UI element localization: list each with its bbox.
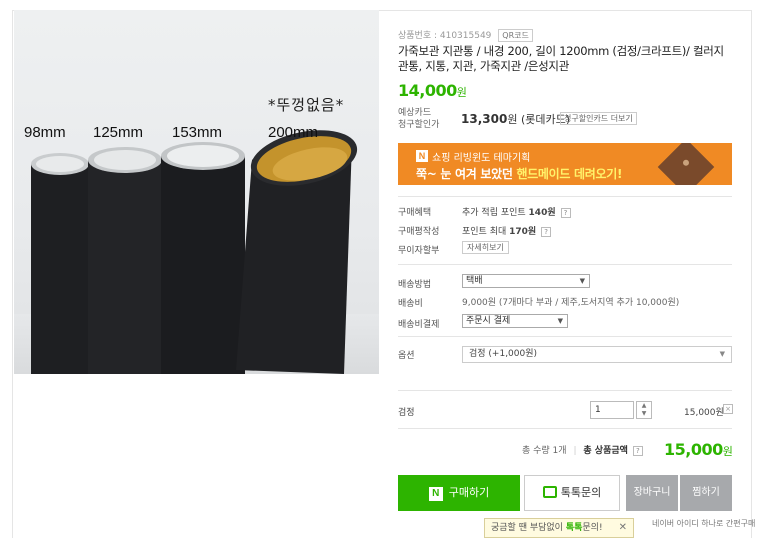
buy-button-label: 구매하기 [448, 486, 490, 499]
shipping-method-label: 배송방법 [398, 280, 432, 290]
divider [398, 428, 732, 429]
cart-button[interactable]: 장바구니 [626, 475, 678, 511]
dropdown-arrow-icon: ▼ [719, 350, 725, 358]
wishlist-button[interactable]: 찜하기 [680, 475, 732, 511]
banner-line1: 쇼핑 리빙윈도 테마기획 [432, 153, 531, 164]
product-photo: *뚜껑없음* 98mm 125mm 153mm 200mm [14, 10, 379, 374]
tube-153 [161, 156, 245, 374]
banner-line2: 쭉~ 눈 여겨 보았던 핸드메이드 데려오기! [416, 165, 622, 182]
help-icon[interactable]: ? [541, 226, 552, 237]
separator: | [573, 446, 577, 456]
size-label-200: 200mm [268, 124, 319, 141]
selected-option-price: 15,000원 [684, 408, 724, 418]
dropdown-arrow-icon: ▼ [579, 277, 585, 285]
installment-label: 무이자할부 [398, 246, 440, 256]
option-label: 옵션 [398, 351, 415, 361]
purchase-benefit-amount: 140원 [528, 208, 556, 218]
talk-inquiry-button[interactable]: 톡톡문의 [524, 475, 620, 511]
talk-button-label: 톡톡문의 [560, 486, 602, 499]
no-lid-note: *뚜껑없음* [268, 96, 345, 114]
dropdown-arrow-icon: ▼ [557, 317, 563, 325]
installment-details-button[interactable]: 자세히보기 [462, 241, 509, 254]
divider [398, 196, 732, 197]
product-title: 가죽보관 지관통 / 내경 200, 길이 1200mm (검정/크라프트)/ … [398, 44, 724, 73]
banner-line2-text: 쭉~ 눈 여겨 보았던 [416, 167, 517, 181]
product-code-text: 상품번호 : 410315549 [398, 31, 492, 41]
price-unit: 원 [456, 86, 467, 99]
quantity-input[interactable]: 1 [590, 401, 634, 419]
card-price-value: 13,300 [461, 112, 508, 126]
naver-logo-icon: N [416, 150, 428, 162]
banner-line2-highlight: 핸드메이드 데려오기! [516, 167, 623, 181]
total-amount-value: 15,000 [664, 440, 723, 459]
remove-option-icon[interactable]: × [723, 404, 733, 414]
tooltip-text: 궁금할 땐 부담없이 [491, 523, 566, 533]
card-label-line2: 청구할인가 [398, 120, 440, 130]
shipping-method-value: 택배 [466, 276, 483, 286]
total-amount-unit: 원 [722, 445, 733, 458]
review-benefit-text: 포인트 최대 [462, 227, 510, 237]
total-quantity: 총 수량 1개 [522, 446, 567, 456]
chat-bubble-icon [542, 486, 557, 498]
price-value: 14,000 [398, 81, 457, 100]
shipping-fee-value: 9,000원 (7개마다 부과 / 제주,도서지역 추가 10,000원) [462, 298, 680, 308]
talk-tooltip: 궁금할 땐 부담없이 톡톡문의! ✕ [484, 518, 634, 538]
size-label-125: 125mm [93, 124, 144, 141]
naver-pay-logo-icon: N [428, 487, 443, 501]
close-icon[interactable]: ✕ [619, 519, 627, 537]
naver-id-note: 네이버 아이디 하나로 간편구매 [652, 519, 756, 528]
tube-125 [88, 160, 162, 374]
review-benefit-value: 포인트 최대 170원 ? [462, 224, 552, 237]
shipping-payment-value: 주문시 결제 [466, 316, 511, 326]
help-icon[interactable]: ? [560, 207, 571, 218]
divider [398, 336, 732, 337]
option-select[interactable]: 검정 (+1,000원) ▼ [462, 346, 732, 363]
review-benefit-amount: 170원 [509, 227, 537, 237]
card-label-line1: 예상카드 [398, 108, 432, 118]
help-icon[interactable]: ? [632, 445, 643, 456]
review-benefit-label: 구매평작성 [398, 227, 440, 237]
selected-option-name: 검정 [398, 408, 415, 418]
increment-arrow-icon[interactable]: ▲ [637, 402, 651, 410]
purchase-benefit-label: 구매혜택 [398, 208, 432, 218]
divider [398, 264, 732, 265]
more-cards-button[interactable]: 청구할인카드 더보기 [560, 112, 637, 125]
tooltip-text-end: 문의! [582, 523, 603, 533]
size-label-98: 98mm [24, 124, 66, 141]
card-price-unit: 원 [507, 113, 518, 126]
tube-98 [31, 164, 89, 374]
product-code: 상품번호 : 410315549 QR코드 [398, 28, 533, 42]
divider [398, 390, 732, 391]
total-amount: 15,000원 [664, 440, 733, 459]
buy-button[interactable]: N 구매하기 [398, 475, 520, 511]
purchase-benefit-text: 추가 적립 포인트 [462, 208, 529, 218]
shipping-method-select[interactable]: 택배 ▼ [462, 274, 590, 288]
purchase-benefit-value: 추가 적립 포인트 140원 ? [462, 205, 571, 218]
theme-banner[interactable]: N 쇼핑 리빙윈도 테마기획 쭉~ 눈 여겨 보았던 핸드메이드 데려오기! [398, 143, 732, 185]
quantity-stepper[interactable]: ▲ ▼ [636, 401, 652, 419]
tube-illustration [31, 130, 358, 374]
total-summary: 총 수량 1개 | 총 상품금액 ? [522, 443, 643, 456]
size-label-153: 153mm [172, 124, 223, 141]
wood-clock-icon [657, 143, 715, 185]
card-discount-label: 예상카드 청구할인가 [398, 107, 439, 131]
option-value: 검정 (+1,000원) [469, 349, 538, 359]
qr-code-button[interactable]: QR코드 [498, 29, 533, 42]
shipping-payment-label: 배송비결제 [398, 320, 440, 330]
shipping-fee-label: 배송비 [398, 299, 423, 309]
total-label: 총 상품금액 [583, 446, 628, 456]
shipping-payment-select[interactable]: 주문시 결제 ▼ [462, 314, 568, 328]
product-price: 14,000원 [398, 81, 467, 100]
decrement-arrow-icon[interactable]: ▼ [637, 410, 651, 418]
tooltip-highlight: 톡톡 [565, 523, 583, 533]
card-discount-price: 13,300원 (롯데카드) [461, 111, 570, 127]
